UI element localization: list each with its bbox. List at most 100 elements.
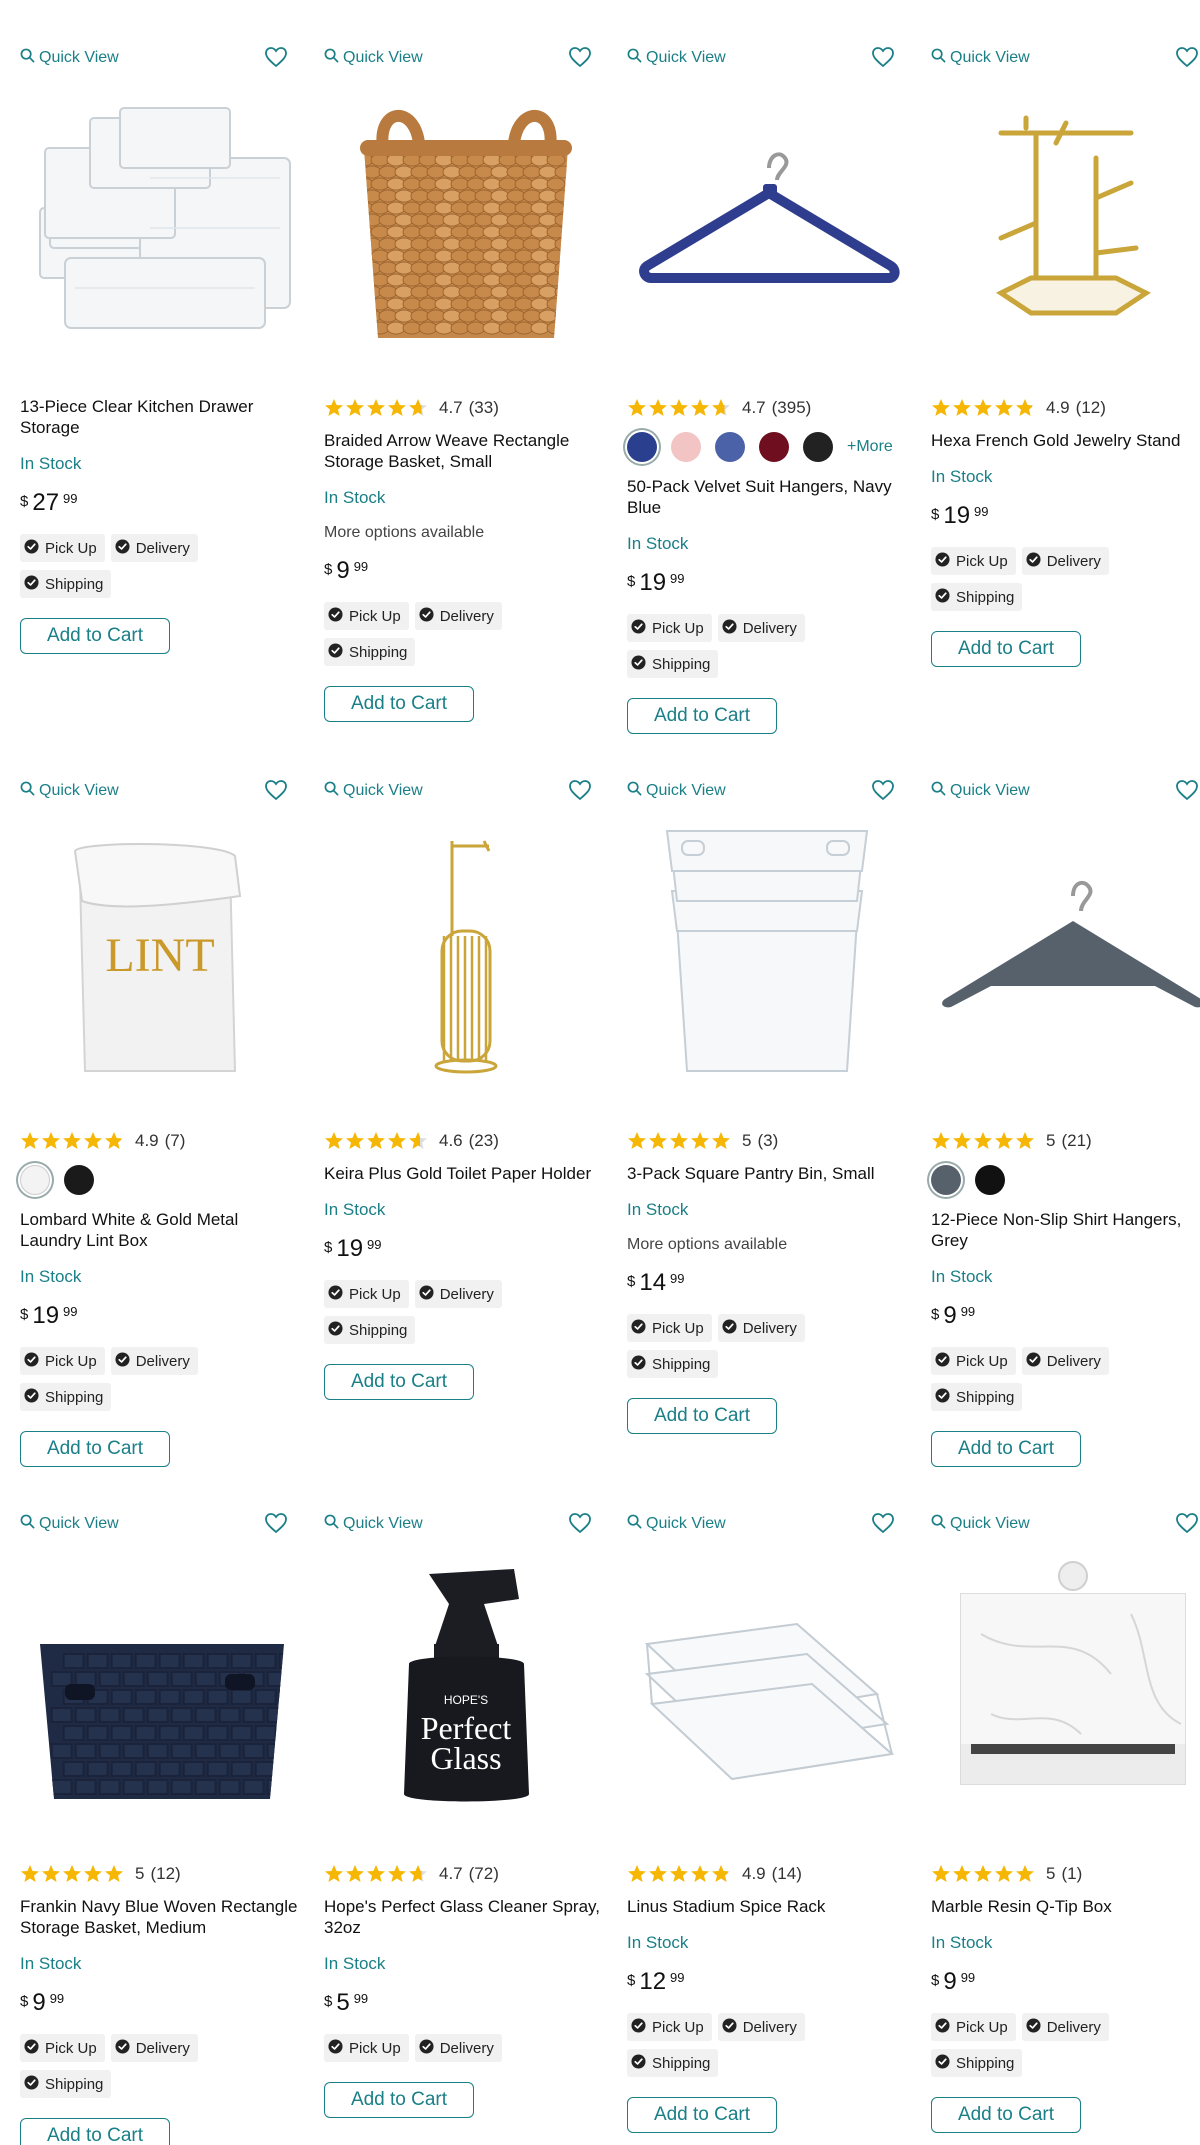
rating[interactable]: 4.9 (12): [931, 396, 1200, 420]
product-details: 4.7 (72) Hope's Perfect Glass Cleaner Spra…: [324, 1862, 608, 2118]
more-colors-link[interactable]: +More: [847, 438, 893, 456]
product-image[interactable]: [931, 88, 1200, 348]
fulfillment-tag: Delivery: [717, 1314, 805, 1342]
color-swatch[interactable]: [20, 1165, 50, 1195]
color-swatch[interactable]: [931, 1165, 961, 1195]
product-image[interactable]: [627, 88, 911, 348]
color-swatch[interactable]: [759, 432, 789, 462]
product-title[interactable]: Hexa French Gold Jewelry Stand: [931, 430, 1200, 451]
heart-icon[interactable]: [1175, 779, 1199, 801]
rating-count: (395): [771, 398, 812, 417]
product-image[interactable]: [931, 821, 1200, 1081]
quick-view-link[interactable]: Quick View: [20, 48, 119, 68]
product-title[interactable]: 13-Piece Clear Kitchen Drawer Storage: [20, 396, 304, 438]
product-title[interactable]: Linus Stadium Spice Rack: [627, 1896, 911, 1917]
add-to-cart-button[interactable]: Add to Cart: [324, 686, 474, 722]
heart-icon[interactable]: [871, 779, 895, 801]
product-image[interactable]: [627, 1554, 911, 1814]
rating[interactable]: 4.9 (14): [627, 1862, 911, 1886]
rating[interactable]: 5 (21): [931, 1129, 1200, 1153]
heart-icon[interactable]: [871, 1512, 895, 1534]
heart-icon[interactable]: [568, 46, 592, 68]
product-title[interactable]: 50-Pack Velvet Suit Hangers, Navy Blue: [627, 476, 911, 518]
quick-view-link[interactable]: Quick View: [627, 781, 726, 801]
rating[interactable]: 4.7 (395): [627, 396, 911, 420]
add-to-cart-button[interactable]: Add to Cart: [20, 1431, 170, 1467]
add-to-cart-button[interactable]: Add to Cart: [627, 698, 777, 734]
add-to-cart-button[interactable]: Add to Cart: [20, 2118, 170, 2145]
add-to-cart-button[interactable]: Add to Cart: [931, 1431, 1081, 1467]
price: $27 99: [20, 490, 304, 518]
quick-view-link[interactable]: Quick View: [627, 1514, 726, 1534]
quick-view-link[interactable]: Quick View: [324, 781, 423, 801]
product-title[interactable]: Hope's Perfect Glass Cleaner Spray, 32oz: [324, 1896, 608, 1938]
rating-count: (12): [150, 1864, 181, 1883]
heart-icon[interactable]: [264, 1512, 288, 1534]
quick-view-link[interactable]: Quick View: [931, 48, 1030, 68]
add-to-cart-button[interactable]: Add to Cart: [931, 631, 1081, 667]
rating-value: 4.7: [439, 398, 463, 417]
rating[interactable]: 5 (1): [931, 1862, 1200, 1886]
quick-view-link[interactable]: Quick View: [931, 1514, 1030, 1534]
fulfillment-tag: Pick Up: [627, 614, 712, 642]
add-to-cart-button[interactable]: Add to Cart: [627, 1398, 777, 1434]
add-to-cart-button[interactable]: Add to Cart: [20, 618, 170, 654]
heart-icon[interactable]: [264, 46, 288, 68]
color-swatches: +More: [627, 430, 911, 464]
rating[interactable]: 4.7 (33): [324, 396, 608, 420]
color-swatch[interactable]: [975, 1165, 1005, 1195]
quick-view-link[interactable]: Quick View: [20, 781, 119, 801]
fulfillment-tag: Pick Up: [20, 1347, 105, 1375]
quick-view-label: Quick View: [646, 1515, 726, 1532]
heart-icon[interactable]: [264, 779, 288, 801]
product-title[interactable]: 12-Piece Non-Slip Shirt Hangers, Grey: [931, 1209, 1200, 1251]
add-to-cart-button[interactable]: Add to Cart: [627, 2097, 777, 2133]
quick-view-link[interactable]: Quick View: [931, 781, 1030, 801]
quick-view-link[interactable]: Quick View: [324, 48, 423, 68]
heart-icon[interactable]: [568, 779, 592, 801]
color-swatch[interactable]: [803, 432, 833, 462]
search-icon: [20, 1514, 39, 1534]
rating[interactable]: 4.6 (23): [324, 1129, 608, 1153]
rating[interactable]: 5 (3): [627, 1129, 911, 1153]
product-title[interactable]: Marble Resin Q-Tip Box: [931, 1896, 1200, 1917]
product-title[interactable]: Frankin Navy Blue Woven Rectangle Storag…: [20, 1896, 304, 1938]
heart-icon[interactable]: [568, 1512, 592, 1534]
product-image[interactable]: [324, 88, 608, 348]
product-image[interactable]: [627, 821, 911, 1081]
heart-icon[interactable]: [1175, 46, 1199, 68]
heart-icon[interactable]: [1175, 1512, 1199, 1534]
product-image[interactable]: [20, 1554, 304, 1814]
rating[interactable]: 5 (12): [20, 1862, 304, 1886]
product-image[interactable]: LINT: [20, 821, 304, 1081]
heart-icon[interactable]: [871, 46, 895, 68]
color-swatch[interactable]: [627, 432, 657, 462]
product-title[interactable]: 3-Pack Square Pantry Bin, Small: [627, 1163, 911, 1184]
rating[interactable]: 4.9 (7): [20, 1129, 304, 1153]
price: $12 99: [627, 1969, 911, 1997]
quick-view-link[interactable]: Quick View: [627, 48, 726, 68]
product-image[interactable]: [324, 821, 608, 1081]
product-details: 4.7 (395) +More 50-Pack Velvet Suit Hangers…: [627, 396, 911, 734]
product-title[interactable]: Lombard White & Gold Metal Laundry Lint …: [20, 1209, 304, 1251]
quick-view-link[interactable]: Quick View: [20, 1514, 119, 1534]
price-cents: 99: [63, 1304, 78, 1319]
product-title[interactable]: Keira Plus Gold Toilet Paper Holder: [324, 1163, 608, 1184]
check-circle-icon: [935, 1387, 956, 1407]
add-to-cart-button[interactable]: Add to Cart: [931, 2097, 1081, 2133]
rating[interactable]: 4.7 (72): [324, 1862, 608, 1886]
quick-view-link[interactable]: Quick View: [324, 1514, 423, 1534]
product-image[interactable]: [931, 1554, 1200, 1814]
check-circle-icon: [24, 1387, 45, 1407]
check-circle-icon: [722, 2017, 743, 2037]
product-image[interactable]: [20, 88, 304, 348]
product-image[interactable]: HOPE'S Perfect Glass: [324, 1554, 608, 1814]
add-to-cart-button[interactable]: Add to Cart: [324, 1364, 474, 1400]
color-swatch[interactable]: [671, 432, 701, 462]
product-card: Quick View 5 (12) Frankin Navy Blue Woven …: [20, 1512, 304, 2145]
color-swatch[interactable]: [64, 1165, 94, 1195]
fulfillment-label: Shipping: [956, 588, 1015, 606]
color-swatch[interactable]: [715, 432, 745, 462]
product-title[interactable]: Braided Arrow Weave Rectangle Storage Ba…: [324, 430, 608, 472]
add-to-cart-button[interactable]: Add to Cart: [324, 2082, 474, 2118]
